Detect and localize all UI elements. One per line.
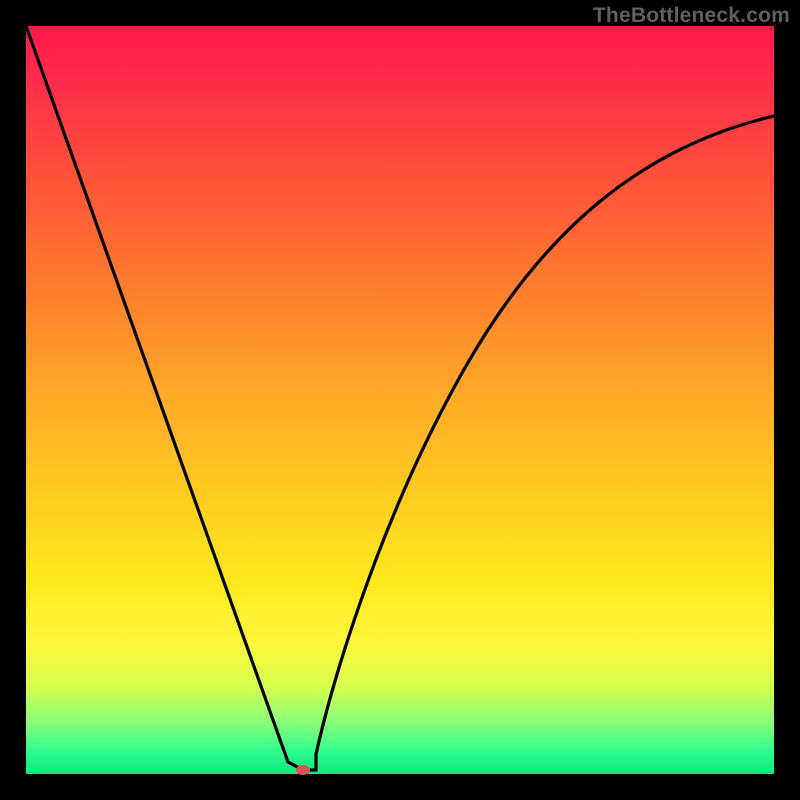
watermark-text: TheBottleneck.com: [593, 4, 790, 28]
chart-plot-area: [26, 26, 774, 774]
optimum-marker: [296, 765, 310, 775]
bottleneck-curve: [26, 26, 774, 774]
curve-path: [26, 26, 774, 770]
chart-frame: TheBottleneck.com: [0, 0, 800, 800]
